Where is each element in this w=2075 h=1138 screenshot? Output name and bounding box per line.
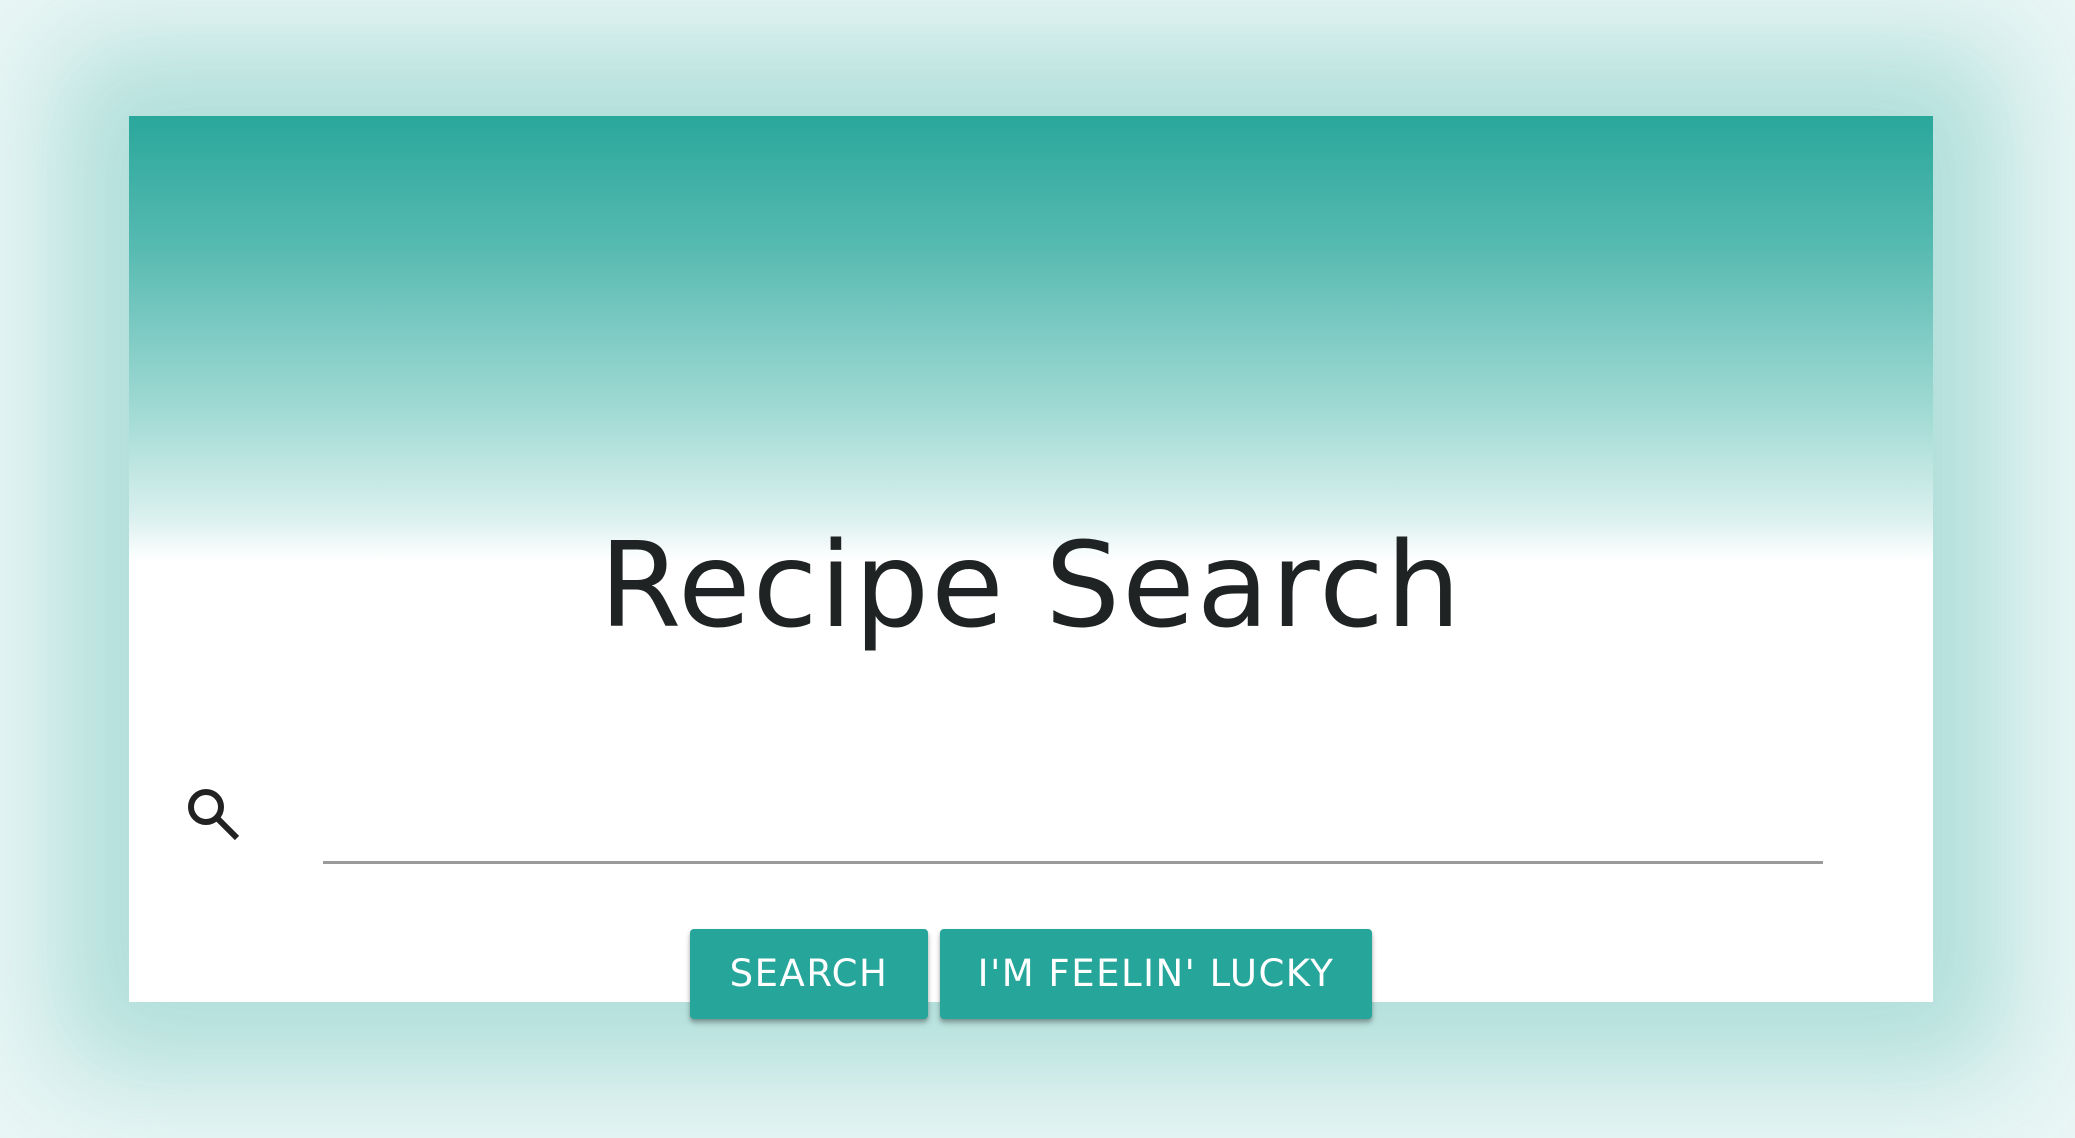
search-row — [183, 766, 1843, 876]
search-input[interactable] — [323, 772, 1823, 864]
feelin-lucky-button[interactable]: I'M FEELIN' LUCKY — [940, 929, 1372, 1019]
search-card: Recipe Search SEARCH I'M FEELIN' LUCKY — [129, 116, 1933, 1019]
search-button[interactable]: SEARCH — [690, 929, 928, 1019]
button-group: SEARCH I'M FEELIN' LUCKY — [129, 929, 1933, 1019]
search-icon — [183, 784, 243, 844]
page-title: Recipe Search — [599, 516, 1463, 654]
